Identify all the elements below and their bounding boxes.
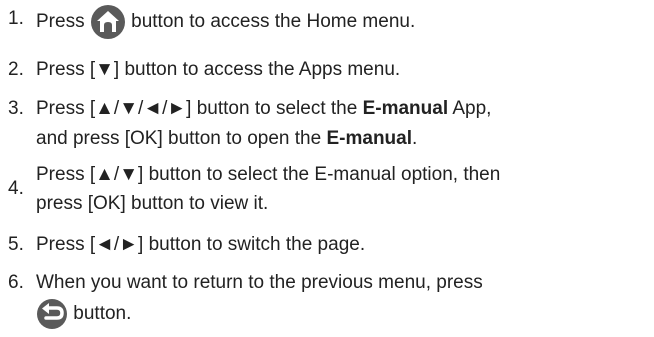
step-number: 2. bbox=[8, 59, 24, 80]
step-text: Press [◄/►] button to switch the page. bbox=[36, 234, 366, 255]
step-text: . bbox=[412, 128, 418, 149]
step-text: Press [▼] button to access the Apps menu… bbox=[36, 59, 401, 80]
step-text: button. bbox=[73, 303, 132, 325]
app-name: E-manual bbox=[326, 128, 413, 149]
step-text: When you want to return to the previous … bbox=[36, 272, 483, 293]
step-text: button to access the Home menu. bbox=[131, 11, 416, 33]
step-text: Press bbox=[36, 11, 85, 33]
step-number: 4. bbox=[8, 178, 24, 199]
home-icon bbox=[90, 5, 125, 39]
step-number: 1. bbox=[8, 8, 24, 29]
step-text: Press [▲/▼] button to select the E-manua… bbox=[36, 164, 501, 185]
step-text: and press [OK] button to open the bbox=[36, 128, 322, 149]
step-number: 5. bbox=[8, 234, 24, 255]
step-text: App, bbox=[452, 98, 492, 119]
app-name: E-manual bbox=[362, 98, 449, 119]
step-text: Press [▲/▼/◄/►] button to select the bbox=[36, 98, 358, 119]
step-text: press [OK] button to view it. bbox=[36, 193, 269, 214]
step-number: 3. bbox=[8, 98, 24, 119]
instruction-list: 1. Press button to access the Home menu.… bbox=[0, 0, 654, 337]
back-icon bbox=[37, 299, 67, 329]
step-number: 6. bbox=[8, 272, 24, 293]
